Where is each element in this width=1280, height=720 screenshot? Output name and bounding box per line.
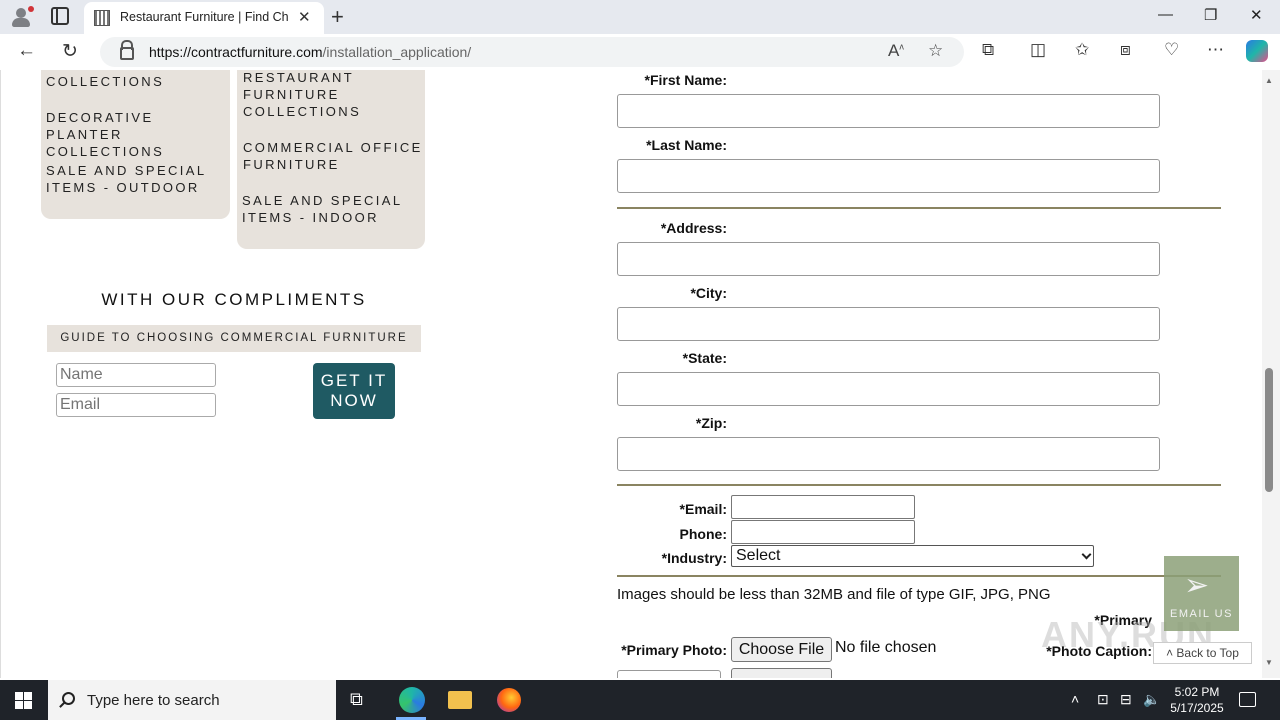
menu-item-decorative-planters[interactable]: DECORATIVE PLANTER COLLECTIONS: [46, 109, 226, 160]
firefox-icon[interactable]: [497, 688, 521, 712]
site-favicon-icon: [94, 10, 110, 26]
taskbar-search-box[interactable]: Type here to search: [48, 680, 336, 720]
chevron-up-icon: ˄: [1166, 646, 1177, 660]
url-text[interactable]: https://contractfurniture.com/installati…: [149, 44, 471, 60]
compliments-heading: WITH OUR COMPLIMENTS: [101, 290, 367, 309]
address-bar[interactable]: https://contractfurniture.com/installati…: [100, 37, 964, 67]
choose-file-button-2[interactable]: [731, 668, 832, 678]
images-note: Images should be less than 32MB and file…: [617, 586, 1051, 603]
form-divider: [617, 207, 1221, 209]
menu-item-sale-indoor[interactable]: SALE AND SPECIAL ITEMS - INDOOR: [242, 192, 422, 226]
read-aloud-icon[interactable]: Aʌ: [888, 41, 904, 61]
clock-date: 5/17/2025: [1170, 701, 1224, 715]
menu-item-commercial-office[interactable]: COMMERCIAL OFFICE FURNITURE: [243, 139, 423, 173]
guide-name-input[interactable]: [56, 363, 216, 387]
address-label: *Address:: [660, 220, 727, 236]
first-name-input[interactable]: [617, 94, 1160, 128]
tray-device-icon[interactable]: ⊡: [1097, 691, 1109, 708]
city-label: *City:: [690, 285, 727, 301]
city-input[interactable]: [617, 307, 1160, 341]
guide-email-input[interactable]: [56, 393, 216, 417]
taskbar-clock[interactable]: 5:02 PM 5/17/2025: [1166, 684, 1228, 716]
edge-browser-icon[interactable]: [399, 687, 425, 713]
industry-select[interactable]: Select: [731, 545, 1094, 567]
extensions-icon[interactable]: ⧉: [982, 40, 994, 60]
zip-input[interactable]: [617, 437, 1160, 471]
guide-title: GUIDE TO CHOOSING COMMERCIAL FURNITURE: [47, 325, 421, 352]
zip-label: *Zip:: [695, 415, 727, 431]
tab-actions-icon[interactable]: [51, 7, 69, 25]
phone-input[interactable]: [731, 520, 915, 544]
windows-taskbar: Type here to search ⧉ ˄ ⊡ ⊟ 🔈 5:02 PM 5/…: [0, 680, 1280, 720]
task-view-icon[interactable]: ⧉: [350, 689, 374, 711]
taskbar-search-placeholder: Type here to search: [87, 692, 220, 709]
menu-item-restaurant-furniture[interactable]: RESTAURANT FURNITURE COLLECTIONS: [243, 70, 383, 120]
menu-item-sale-outdoor[interactable]: SALE AND SPECIAL ITEMS - OUTDOOR: [46, 162, 226, 196]
paper-plane-icon: ➢: [1184, 569, 1210, 602]
split-screen-icon[interactable]: ◫: [1030, 40, 1046, 60]
industry-selected-value: Select: [736, 547, 781, 564]
collections-icon[interactable]: ⧈: [1120, 40, 1131, 60]
industry-label: *Industry:: [661, 550, 727, 566]
close-window-icon[interactable]: ✕: [1250, 6, 1263, 24]
search-icon: [62, 692, 75, 705]
browser-toolbar: ← ↻ https://contractfurniture.com/instal…: [0, 34, 1280, 70]
favorite-star-icon[interactable]: ☆: [928, 41, 943, 61]
new-tab-icon[interactable]: +: [331, 4, 344, 30]
favorites-icon[interactable]: ✩: [1075, 40, 1089, 60]
last-name-label: *Last Name:: [646, 137, 727, 153]
phone-label: Phone:: [679, 526, 727, 542]
performance-icon[interactable]: ♡: [1164, 40, 1179, 60]
scroll-down-icon[interactable]: ▼: [1265, 658, 1273, 667]
photo-2-field[interactable]: [617, 670, 721, 678]
restore-icon[interactable]: ❐: [1204, 6, 1217, 24]
email-input[interactable]: [731, 495, 915, 519]
primary-photo-label: *Primary Photo:: [621, 642, 727, 658]
browser-tab-active[interactable]: Restaurant Furniture | Find Chairs ✕: [84, 2, 324, 34]
tab-close-icon[interactable]: ✕: [298, 8, 311, 26]
form-divider: [617, 575, 1221, 577]
indoor-menu-box: RESTAURANT FURNITURE COLLECTIONS COMMERC…: [237, 70, 425, 249]
tray-chevron-up-icon[interactable]: ˄: [1071, 691, 1079, 707]
more-menu-icon[interactable]: ⋯: [1207, 40, 1224, 60]
first-name-label: *First Name:: [644, 72, 727, 88]
last-name-input[interactable]: [617, 159, 1160, 193]
tab-title: Restaurant Furniture | Find Chairs: [120, 10, 288, 24]
form-divider: [617, 484, 1221, 486]
email-us-label: EMAIL US: [1170, 608, 1233, 620]
page-scrollbar-thumb[interactable]: [1265, 368, 1273, 492]
get-it-now-button[interactable]: GET IT NOW: [313, 363, 395, 419]
notifications-icon[interactable]: [1239, 692, 1256, 707]
scroll-up-icon[interactable]: ▲: [1265, 76, 1273, 85]
outdoor-menu-box: COLLECTIONS DECORATIVE PLANTER COLLECTIO…: [41, 70, 230, 219]
back-arrow-icon[interactable]: ←: [17, 40, 36, 62]
volume-icon[interactable]: 🔈: [1143, 691, 1160, 708]
lock-icon[interactable]: [120, 40, 134, 60]
choose-file-button[interactable]: Choose File: [731, 637, 832, 662]
email-us-button[interactable]: ➢ EMAIL US: [1164, 556, 1239, 631]
copilot-icon[interactable]: [1246, 40, 1268, 62]
profile-icon[interactable]: [10, 6, 34, 28]
state-label: *State:: [682, 350, 727, 366]
file-status: No file chosen: [835, 639, 937, 656]
minimize-icon[interactable]: —: [1158, 6, 1173, 23]
file-explorer-icon[interactable]: [448, 691, 472, 709]
address-input[interactable]: [617, 242, 1160, 276]
windows-start-icon[interactable]: [15, 692, 32, 709]
browser-tab-bar: Restaurant Furniture | Find Chairs ✕ + —…: [0, 0, 1280, 34]
network-icon[interactable]: ⊟: [1120, 691, 1132, 708]
email-label: *Email:: [679, 501, 727, 517]
menu-item-collections[interactable]: COLLECTIONS: [46, 73, 226, 90]
clock-time: 5:02 PM: [1174, 685, 1220, 699]
refresh-icon[interactable]: ↻: [62, 40, 78, 63]
state-input[interactable]: [617, 372, 1160, 406]
back-to-top-button[interactable]: ˄ Back to Top: [1153, 642, 1252, 664]
chevron-down-icon: [1081, 549, 1092, 560]
page-viewport: COLLECTIONS DECORATIVE PLANTER COLLECTIO…: [0, 70, 1262, 678]
